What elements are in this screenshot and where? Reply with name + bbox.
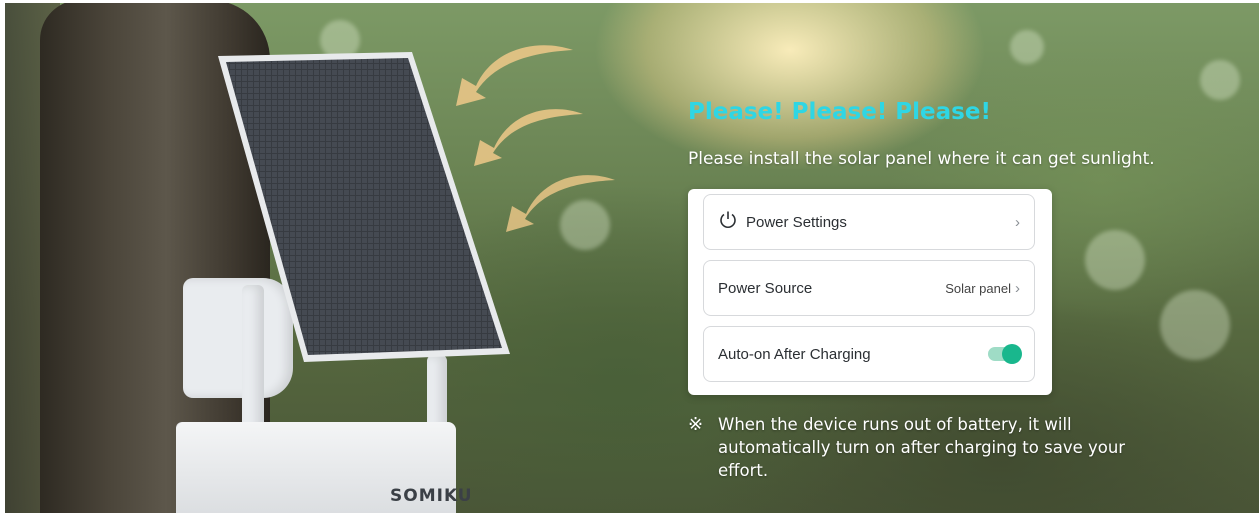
reference-mark-icon: ※ (688, 414, 704, 435)
hero-banner: SOMIKU Please! Please! Please! Please in… (0, 0, 1259, 513)
power-settings-row[interactable]: Power Settings › (703, 194, 1035, 250)
note-text: When the device runs out of battery, it … (718, 415, 1126, 480)
power-icon (718, 210, 740, 234)
sun-arrow-icon (506, 175, 615, 232)
frame-border (0, 0, 5, 513)
headline: Please! Please! Please! (688, 99, 991, 125)
toggle-knob (1002, 344, 1022, 364)
power-source-row[interactable]: Power Source Solar panel › (703, 260, 1035, 316)
subheadline: Please install the solar panel where it … (688, 149, 1155, 169)
frame-border (0, 0, 1259, 3)
bokeh-light (1160, 290, 1230, 360)
brand-logo: SOMIKU (390, 486, 473, 506)
bokeh-light (1085, 230, 1145, 290)
auto-on-toggle[interactable] (988, 344, 1022, 364)
bokeh-light (1200, 60, 1240, 100)
auto-on-row: Auto-on After Charging (703, 326, 1035, 382)
power-settings-label: Power Settings (746, 213, 847, 231)
solar-panel (212, 52, 512, 362)
bokeh-light (1010, 30, 1044, 64)
chevron-right-icon: › (1015, 213, 1020, 231)
power-source-label: Power Source (718, 279, 813, 297)
auto-on-label: Auto-on After Charging (718, 345, 871, 363)
info-note: ※ When the device runs out of battery, i… (688, 413, 1128, 482)
chevron-right-icon: › (1015, 279, 1020, 297)
settings-card: Power Settings › Power Source Solar pane… (688, 189, 1052, 395)
power-source-value: Solar panel (945, 280, 1011, 296)
